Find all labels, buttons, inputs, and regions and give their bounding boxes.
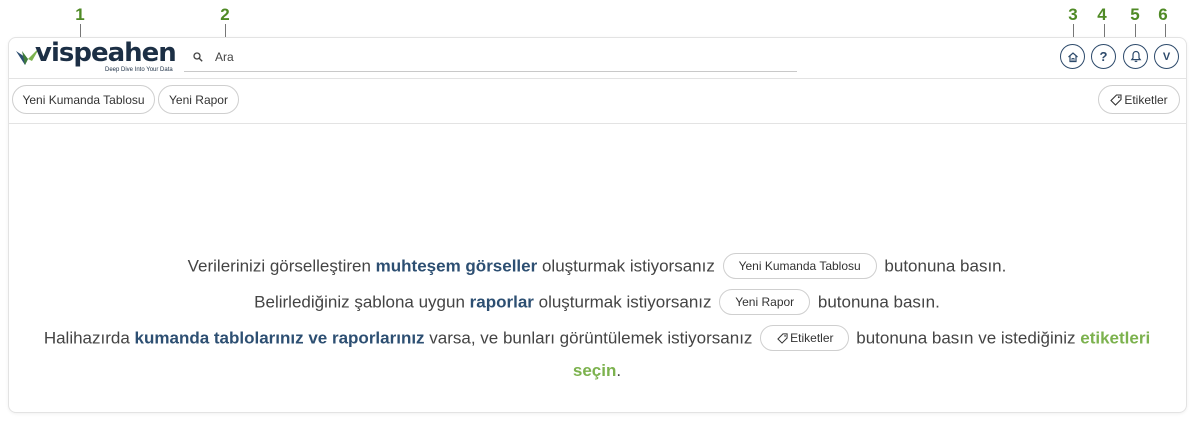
logo[interactable]: vispeahen Deep Dive Into Your Data [16, 38, 181, 75]
app-window: vispeahen Deep Dive Into Your Data ? [8, 37, 1187, 413]
line3-mid: varsa, ve bunları görüntülemek istiyorsa… [424, 328, 758, 348]
home-icon [1067, 51, 1078, 62]
line4-green-highlight: seçin [572, 361, 617, 380]
line4-post: . [616, 361, 622, 380]
line1-mid: oluşturmak istiyorsanız [537, 256, 720, 276]
top-bar: vispeahen Deep Dive Into Your Data ? [9, 38, 1186, 79]
line1-post: butonuna basın. [879, 256, 1007, 276]
callout-3: 3 [1068, 5, 1078, 24]
search-icon [193, 52, 203, 62]
inline-tags-label: Etiketler [790, 331, 834, 345]
bell-icon [1130, 50, 1141, 63]
line2-post: butonuna basın. [813, 292, 940, 312]
help-button[interactable]: ? [1091, 44, 1116, 69]
new-dashboard-label: Yeni Kumanda Tablosu [22, 92, 145, 107]
user-avatar-button[interactable]: V [1154, 44, 1179, 69]
line3-green-highlight: etiketleri [1080, 328, 1151, 348]
action-toolbar: Yeni Kumanda Tablosu Yeni Rapor Etiketle… [9, 79, 1186, 124]
instruction-line-3: Halihazırda kumanda tablolarınız ve rapo… [0, 325, 1194, 352]
tags-button[interactable]: Etiketler [1098, 85, 1180, 114]
search-input[interactable] [213, 49, 777, 65]
line3-highlight: kumanda tablolarınız ve raporlarınız [134, 328, 425, 348]
line3-pre: Halihazırda [43, 328, 135, 348]
line2-highlight: raporlar [469, 292, 534, 312]
line2-pre: Belirlediğiniz şablona uygun [254, 292, 470, 312]
instruction-line-4: seçin. [0, 361, 1194, 381]
avatar-initial: V [1162, 50, 1171, 63]
tag-icon [777, 332, 788, 344]
tag-icon [1110, 93, 1122, 106]
line3-post: butonuna basın ve istediğiniz [851, 328, 1081, 348]
help-icon: ? [1099, 49, 1108, 64]
instruction-line-1: Verilerinizi görselleştiren muhteşem gör… [0, 253, 1194, 280]
callout-4: 4 [1097, 5, 1107, 24]
new-report-button[interactable]: Yeni Rapor [158, 85, 239, 114]
notifications-button[interactable] [1123, 44, 1148, 69]
search-bar[interactable] [184, 44, 797, 72]
inline-new-dashboard-button[interactable]: Yeni Kumanda Tablosu [722, 253, 877, 279]
instruction-line-2: Belirlediğiniz şablona uygun raporlar ol… [0, 289, 1194, 316]
line2-mid: oluşturmak istiyorsanız [533, 292, 717, 312]
new-report-label: Yeni Rapor [169, 92, 228, 107]
logo-text: vispeahen [35, 38, 177, 68]
logo-tagline: Deep Dive Into Your Data [105, 67, 173, 73]
line1-highlight: muhteşem görseller [375, 256, 538, 276]
new-dashboard-button[interactable]: Yeni Kumanda Tablosu [12, 85, 155, 114]
inline-tags-button[interactable]: Etiketler [760, 325, 849, 351]
inline-new-report-button[interactable]: Yeni Rapor [719, 289, 811, 315]
callout-1: 1 [75, 5, 85, 24]
line1-pre: Verilerinizi görselleştiren [187, 256, 376, 276]
tags-label: Etiketler [1124, 92, 1168, 107]
callout-5: 5 [1130, 5, 1140, 24]
home-button[interactable] [1060, 44, 1085, 69]
callout-6: 6 [1158, 5, 1168, 24]
callout-2: 2 [220, 5, 230, 24]
